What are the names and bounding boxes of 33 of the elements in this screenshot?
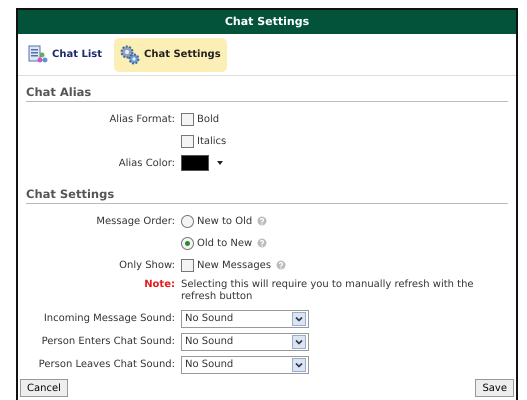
checkbox[interactable] (181, 134, 194, 148)
field-label: Message Order: (95, 216, 176, 226)
field-label: Alias Format: (108, 114, 176, 124)
caret-icon[interactable] (217, 161, 223, 165)
color-swatch[interactable] (181, 155, 209, 171)
sound-dropdown[interactable]: No Sound (181, 332, 309, 350)
checkbox[interactable] (181, 112, 194, 126)
section-heading: Chat Settings (26, 178, 508, 204)
radio-option[interactable]: New to Old (181, 214, 252, 228)
radio-button[interactable] (181, 236, 194, 250)
note-text: Selecting this will require you to manually refresh with the refresh button (181, 279, 475, 303)
radio-button[interactable] (181, 214, 194, 228)
checkbox[interactable] (181, 258, 194, 272)
cancel-button[interactable]: Cancel (20, 379, 68, 397)
list-people-icon (28, 44, 48, 64)
sound-dropdown[interactable]: No Sound (181, 356, 309, 374)
save-button[interactable]: Save (475, 379, 514, 397)
checkbox-option[interactable]: Italics (181, 134, 226, 148)
gears-icon (120, 44, 140, 64)
checkbox-option[interactable]: Bold (181, 112, 220, 126)
field-label: Alias Color: (118, 158, 176, 168)
field-label: Incoming Message Sound: (42, 313, 176, 324)
field-label: Person Enters Chat Sound: (40, 336, 176, 347)
checkbox-option[interactable]: New Messages (181, 258, 272, 272)
tab[interactable]: Chat Settings (114, 38, 227, 72)
sound-dropdown[interactable]: No Sound (181, 310, 309, 328)
radio-option[interactable]: Old to New (181, 236, 252, 250)
field-label: Only Show: (118, 260, 176, 270)
tab[interactable]: Chat List (22, 38, 108, 72)
field-label: Person Leaves Chat Sound: (38, 359, 176, 370)
note-label: Note: (143, 279, 176, 290)
section-heading: Chat Alias (26, 76, 508, 102)
window-title: Chat Settings (224, 15, 310, 28)
